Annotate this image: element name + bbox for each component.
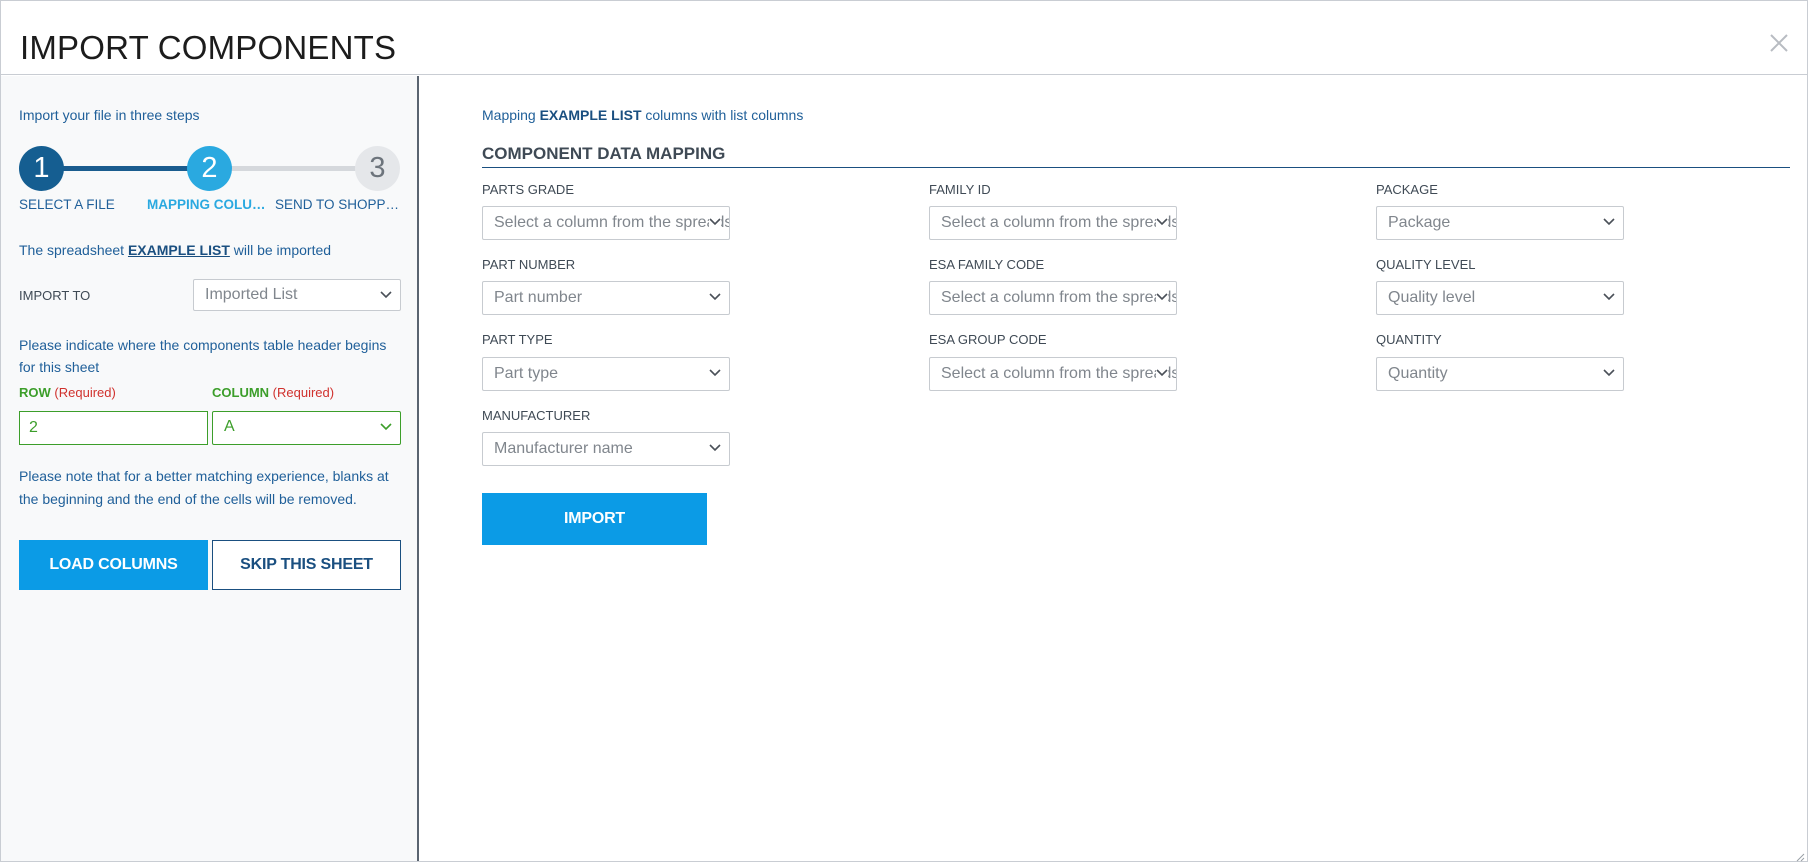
mapping-intro-suffix: columns with list columns: [641, 107, 804, 123]
import-steps-sidebar: Import your file in three steps 1 2 3 SE…: [1, 76, 419, 861]
part-type-select[interactable]: Part type: [482, 357, 730, 391]
chevron-down-icon: [380, 280, 392, 310]
mapping-intro-prefix: Mapping: [482, 107, 540, 123]
column-required-text: (Required): [272, 385, 335, 400]
import-to-select[interactable]: Imported List: [193, 279, 401, 311]
parts-grade-select[interactable]: Select a column from the spreadsheet: [482, 206, 730, 240]
row-required-text: (Required): [54, 385, 116, 400]
part-number-value: Part number: [494, 289, 583, 306]
spreadsheet-info: The spreadsheet EXAMPLE LIST will be imp…: [19, 242, 331, 258]
mapping-intro-name: EXAMPLE LIST: [539, 107, 642, 123]
quality-level-label: QUALITY LEVEL: [1376, 257, 1476, 272]
esa-family-code-select[interactable]: Select a column from the spreadsheet: [929, 281, 1177, 315]
step-1-label: SELECT A FILE: [19, 197, 115, 212]
parts-grade-label: PARTS GRADE: [482, 182, 574, 197]
stepper-progress-todo: [209, 166, 377, 171]
row-input[interactable]: 2: [19, 411, 208, 445]
family-id-select[interactable]: Select a column from the spreadsheet: [929, 206, 1177, 240]
section-title: COMPONENT DATA MAPPING: [482, 144, 1790, 168]
chevron-down-icon: [1156, 207, 1168, 237]
package-select[interactable]: Package: [1376, 206, 1624, 240]
mapping-panel: Mapping EXAMPLE LIST columns with list c…: [421, 76, 1807, 862]
chevron-down-icon: [709, 433, 721, 463]
sidebar-intro: Import your file in three steps: [19, 107, 200, 123]
modal-title: IMPORT COMPONENTS: [20, 29, 397, 66]
step-2-circle: 2: [187, 146, 232, 191]
mapping-intro: Mapping EXAMPLE LIST columns with list c…: [482, 107, 803, 123]
column-select[interactable]: A: [212, 411, 401, 445]
chevron-down-icon: [709, 207, 721, 237]
header-location-instructions: Please indicate where the components tab…: [19, 337, 387, 375]
import-to-value: Imported List: [205, 286, 298, 303]
chevron-down-icon: [1603, 207, 1615, 237]
modal-header: IMPORT COMPONENTS: [1, 1, 1807, 75]
package-label: PACKAGE: [1376, 182, 1438, 197]
manufacturer-select[interactable]: Manufacturer name: [482, 432, 730, 466]
package-value: Package: [1388, 214, 1451, 231]
parts-grade-value: Select a column from the spreadsheet: [494, 214, 729, 231]
load-columns-button[interactable]: LOAD COLUMNS: [19, 540, 208, 590]
quality-level-select[interactable]: Quality level: [1376, 281, 1624, 315]
step-2-label: MAPPING COLUMNS: [147, 197, 269, 212]
close-icon[interactable]: [1765, 29, 1793, 57]
resize-grip-icon[interactable]: [1795, 849, 1805, 862]
chevron-down-icon: [380, 412, 392, 442]
blank-removal-note: Please note that for a better matching e…: [19, 468, 389, 507]
import-components-modal: IMPORT COMPONENTS Import your file in th…: [0, 0, 1808, 862]
family-id-label: FAMILY ID: [929, 182, 991, 197]
column-label: COLUMN (Required): [212, 385, 334, 400]
stepper-progress-done: [41, 166, 209, 171]
step-3-circle: 3: [355, 146, 400, 191]
import-button[interactable]: IMPORT: [482, 493, 707, 545]
spreadsheet-name-link[interactable]: EXAMPLE LIST: [128, 242, 230, 258]
chevron-down-icon: [709, 282, 721, 312]
spreadsheet-prefix: The spreadsheet: [19, 242, 128, 258]
quantity-value: Quantity: [1388, 365, 1448, 382]
esa-family-code-label: ESA FAMILY CODE: [929, 257, 1045, 272]
chevron-down-icon: [1156, 358, 1168, 388]
import-to-label: IMPORT TO: [19, 288, 91, 303]
column-label-text: COLUMN: [212, 385, 270, 400]
manufacturer-label: MANUFACTURER: [482, 408, 591, 423]
part-number-label: PART NUMBER: [482, 257, 576, 272]
spreadsheet-suffix: will be imported: [229, 242, 332, 258]
quality-level-value: Quality level: [1388, 289, 1476, 306]
quantity-label: QUANTITY: [1376, 332, 1442, 347]
part-type-label: PART TYPE: [482, 332, 553, 347]
row-label: ROW (Required): [19, 385, 116, 400]
step-3-label: SEND TO SHOPPING CART: [275, 197, 402, 212]
esa-group-code-label: ESA GROUP CODE: [929, 332, 1047, 347]
part-number-select[interactable]: Part number: [482, 281, 730, 315]
chevron-down-icon: [709, 358, 721, 388]
chevron-down-icon: [1603, 282, 1615, 312]
step-1-circle: 1: [19, 146, 64, 191]
esa-family-code-value: Select a column from the spreadsheet: [941, 289, 1176, 306]
chevron-down-icon: [1603, 358, 1615, 388]
quantity-select[interactable]: Quantity: [1376, 357, 1624, 391]
chevron-down-icon: [1156, 282, 1168, 312]
family-id-value: Select a column from the spreadsheet: [941, 214, 1176, 231]
row-label-text: ROW: [19, 385, 51, 400]
esa-group-code-value: Select a column from the spreadsheet: [941, 365, 1176, 382]
manufacturer-value: Manufacturer name: [494, 440, 633, 457]
part-type-value: Part type: [494, 365, 559, 382]
esa-group-code-select[interactable]: Select a column from the spreadsheet: [929, 357, 1177, 391]
skip-sheet-button[interactable]: SKIP THIS SHEET: [212, 540, 401, 590]
column-select-value: A: [224, 418, 235, 435]
